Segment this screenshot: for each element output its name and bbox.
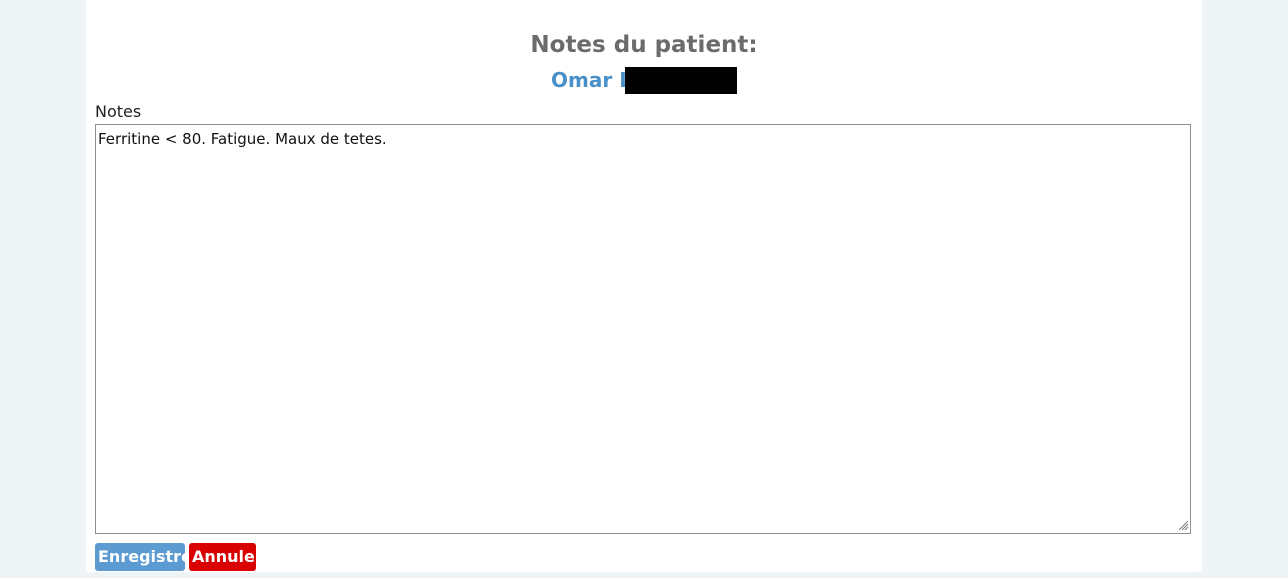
patient-name: Omar L [551, 68, 632, 92]
notes-label: Notes [95, 102, 142, 121]
page-title: Notes du patient: [530, 32, 758, 58]
patient-notes-card: Notes du patient: Omar L Notes Ferritine… [86, 0, 1202, 572]
patient-header: Omar L [86, 66, 1202, 94]
redaction-box [624, 66, 737, 94]
notes-textarea[interactable]: Ferritine < 80. Fatigue. Maux de tetes. [95, 124, 1191, 534]
resize-grip-icon[interactable] [1178, 520, 1189, 531]
cancel-button[interactable]: Annuler [189, 543, 263, 571]
save-button[interactable]: Enregistrer [95, 543, 200, 571]
